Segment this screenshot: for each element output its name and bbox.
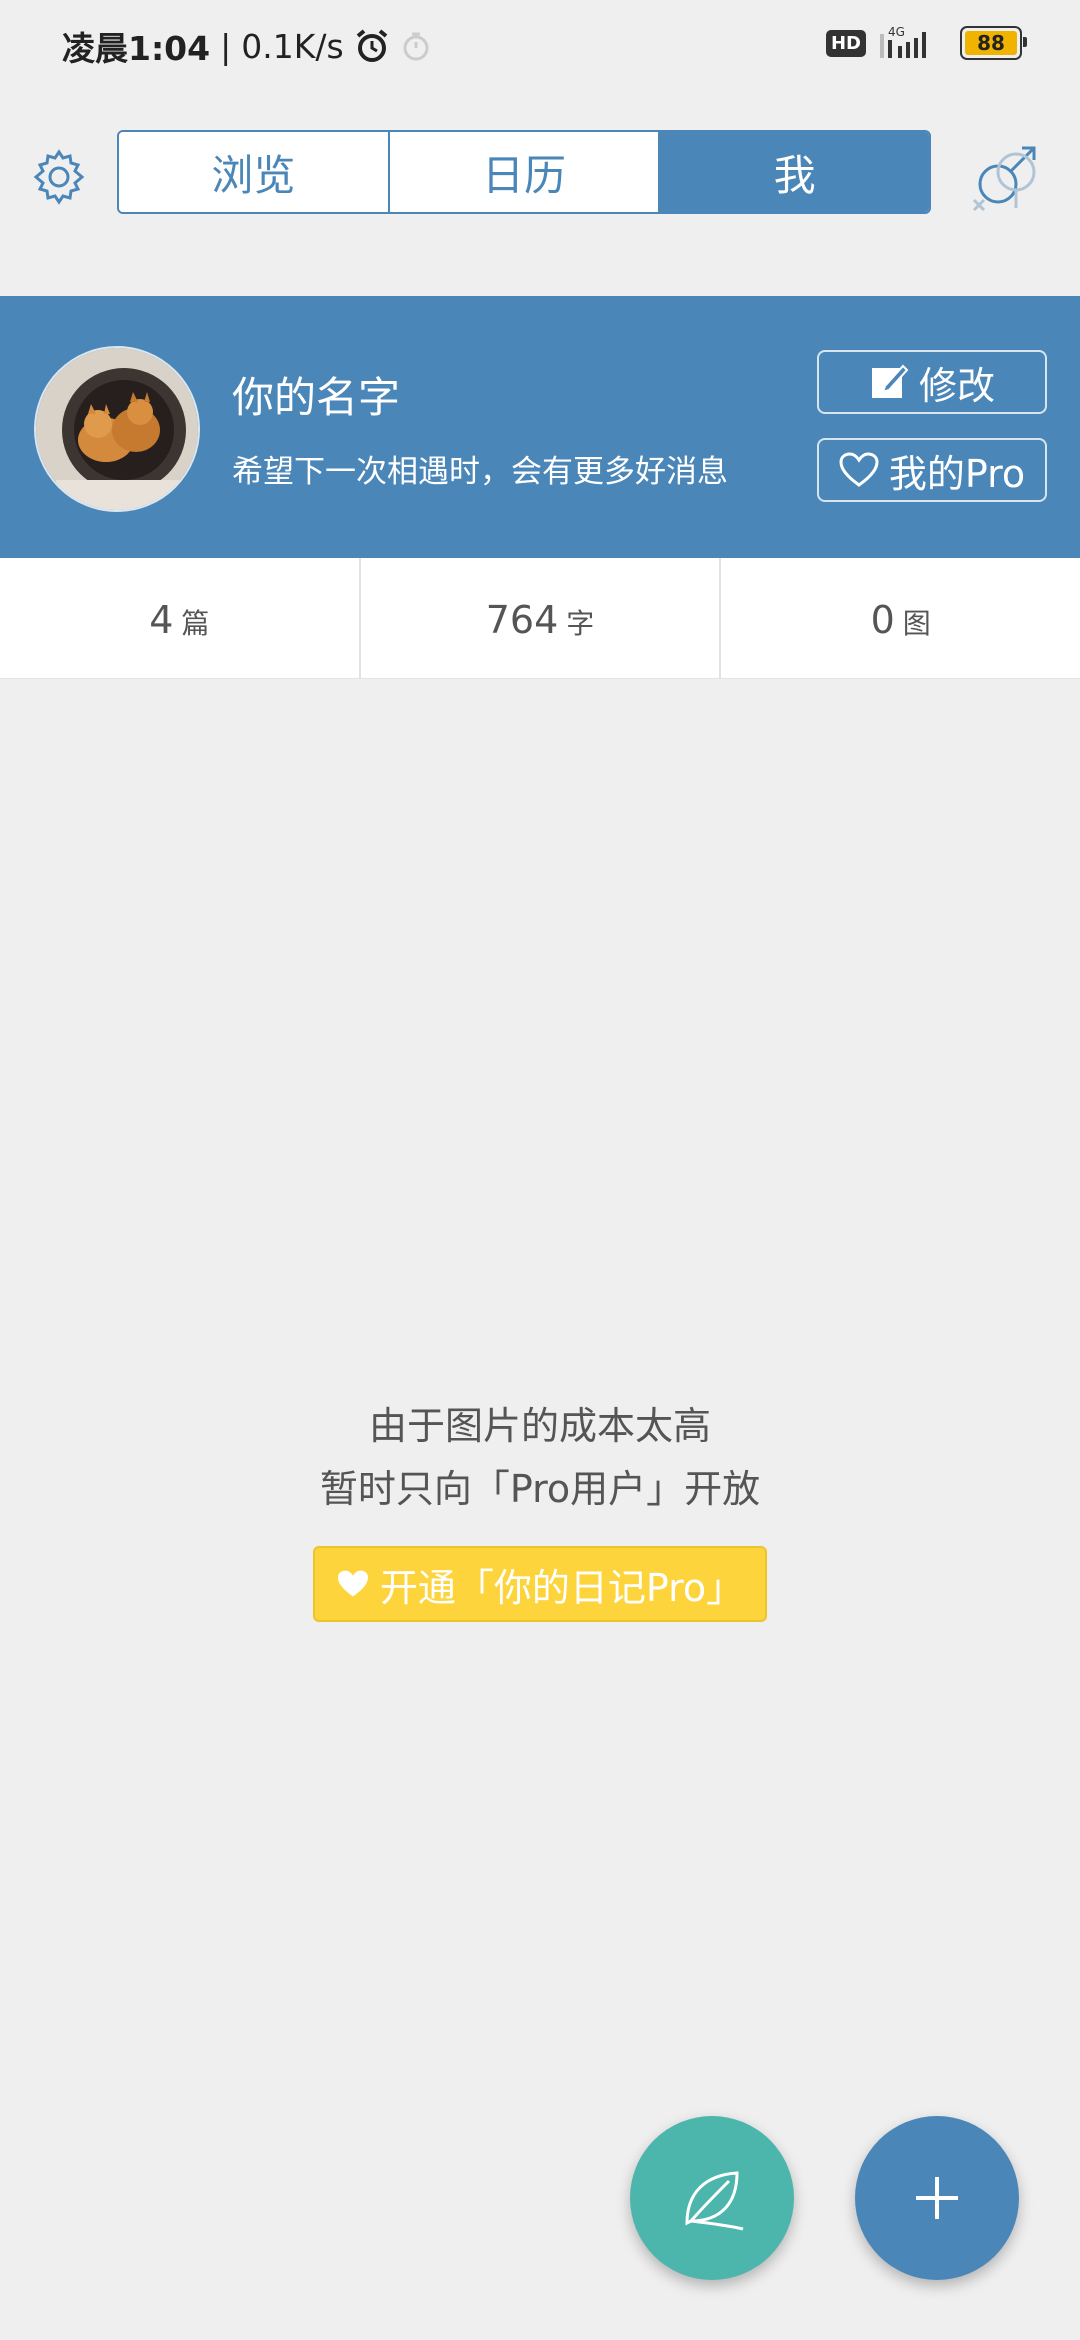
edit-label: 修改 [918,363,995,408]
leaf-icon [685,2171,744,2231]
heart-icon [839,452,879,487]
alarm-icon [356,29,387,62]
timer-icon [403,32,429,61]
tab-browse[interactable]: 浏览 [119,132,390,212]
battery-indicator: 88 [960,26,1027,60]
hd-badge: HD [825,29,866,57]
open-pro-button[interactable]: 开通「你的日记Pro」 [313,1546,767,1622]
my-pro-label: 我的Pro [888,451,1026,496]
leaf-fab-button[interactable] [630,2116,794,2280]
status-bar: 凌晨1:04 | 0.1K/s HD 4G 88 [0,0,1080,90]
top-header: 浏览 日历 我 [0,120,1080,230]
stat-images-unit: 图 [902,607,931,640]
stat-entries-value: 4 [149,598,174,642]
stat-characters-unit: 字 [566,607,595,640]
add-fab-button[interactable] [855,2116,1019,2280]
profile-name: 你的名字 [232,373,401,422]
status-time: 凌晨1:04 [62,29,211,68]
status-net-speed: 0.1K/s [241,26,344,66]
heart-icon [337,1570,368,1597]
status-left: 凌晨1:04 | 0.1K/s [62,22,432,70]
gender-icon[interactable] [964,140,1050,220]
stats-bar: 4 篇 764 字 0 图 [0,558,1080,679]
my-pro-button[interactable]: 我的Pro [817,438,1047,502]
edit-profile-button[interactable]: 修改 [817,350,1047,414]
plus-icon [916,2177,958,2219]
svg-text:4G: 4G [888,26,905,39]
stat-entries[interactable]: 4 篇 [0,558,361,678]
signal-icon: 4G [880,26,926,58]
pro-message-line1: 由于图片的成本太高 [368,1404,711,1448]
avatar[interactable] [34,346,200,512]
stat-characters[interactable]: 764 字 [361,558,722,678]
stat-entries-unit: 篇 [181,607,210,640]
gear-icon[interactable] [30,148,88,206]
status-right: HD 4G 88 [825,26,1027,60]
edit-icon [871,364,909,398]
profile-card: 你的名字 希望下一次相遇时，会有更多好消息 修改 我的Pro [0,296,1080,558]
status-separator: | [220,26,232,66]
segmented-tabs: 浏览 日历 我 [117,130,931,214]
profile-bio: 希望下一次相遇时，会有更多好消息 [232,454,728,490]
battery-level: 88 [977,31,1005,55]
pro-message-line2: 暂时只向「Pro用户」开放 [319,1467,761,1511]
open-pro-label: 开通「你的日记Pro」 [379,1565,745,1610]
stat-images-value: 0 [870,598,895,642]
stat-images[interactable]: 0 图 [721,558,1080,678]
tab-calendar[interactable]: 日历 [389,132,661,212]
tab-me[interactable]: 我 [660,132,929,212]
stat-characters-value: 764 [485,598,559,642]
